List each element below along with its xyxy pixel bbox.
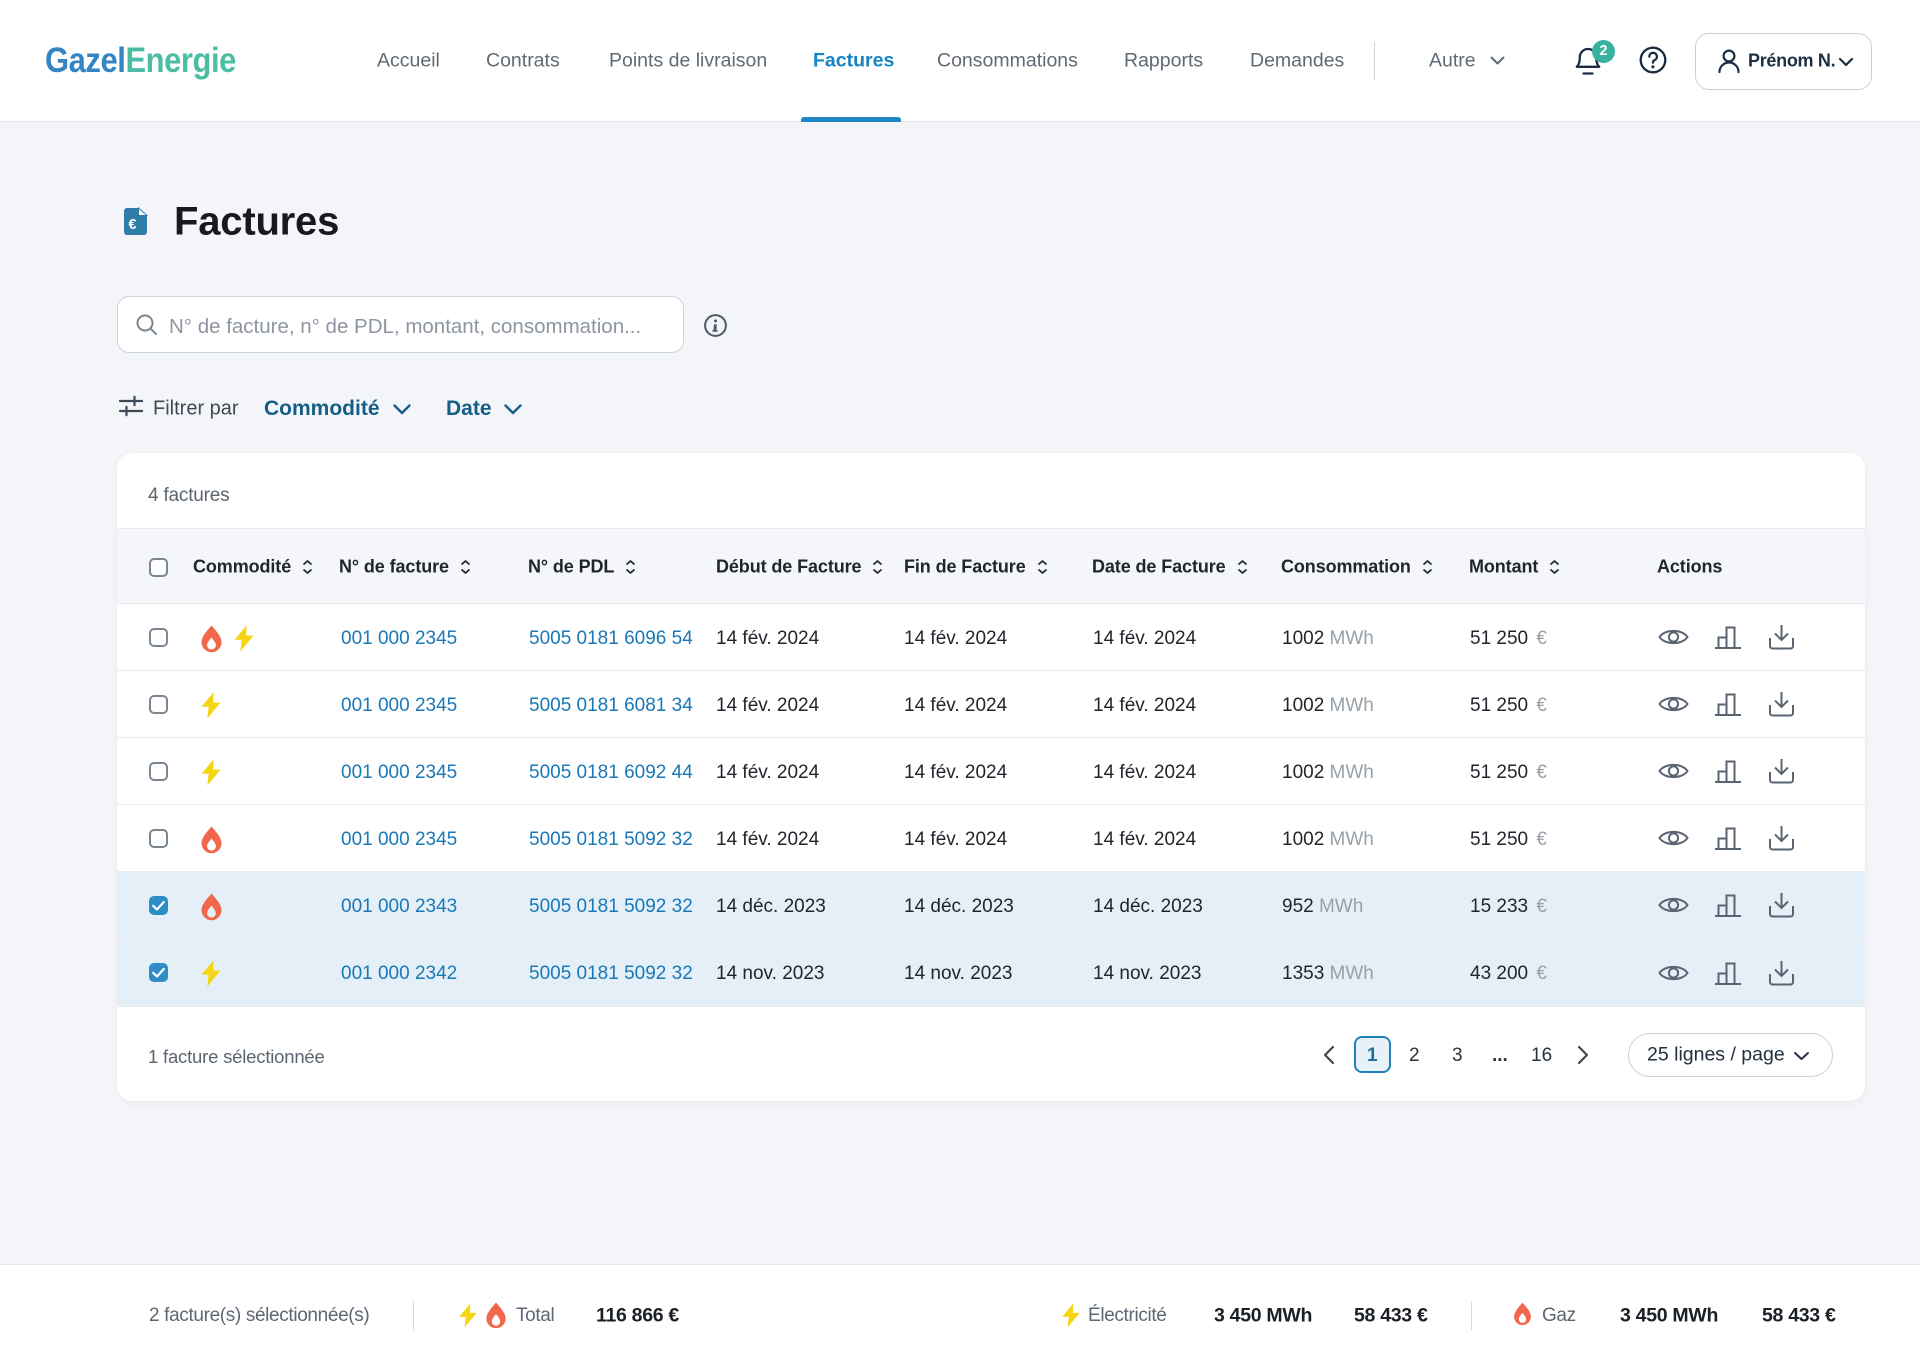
svg-text:€: €	[128, 217, 136, 233]
